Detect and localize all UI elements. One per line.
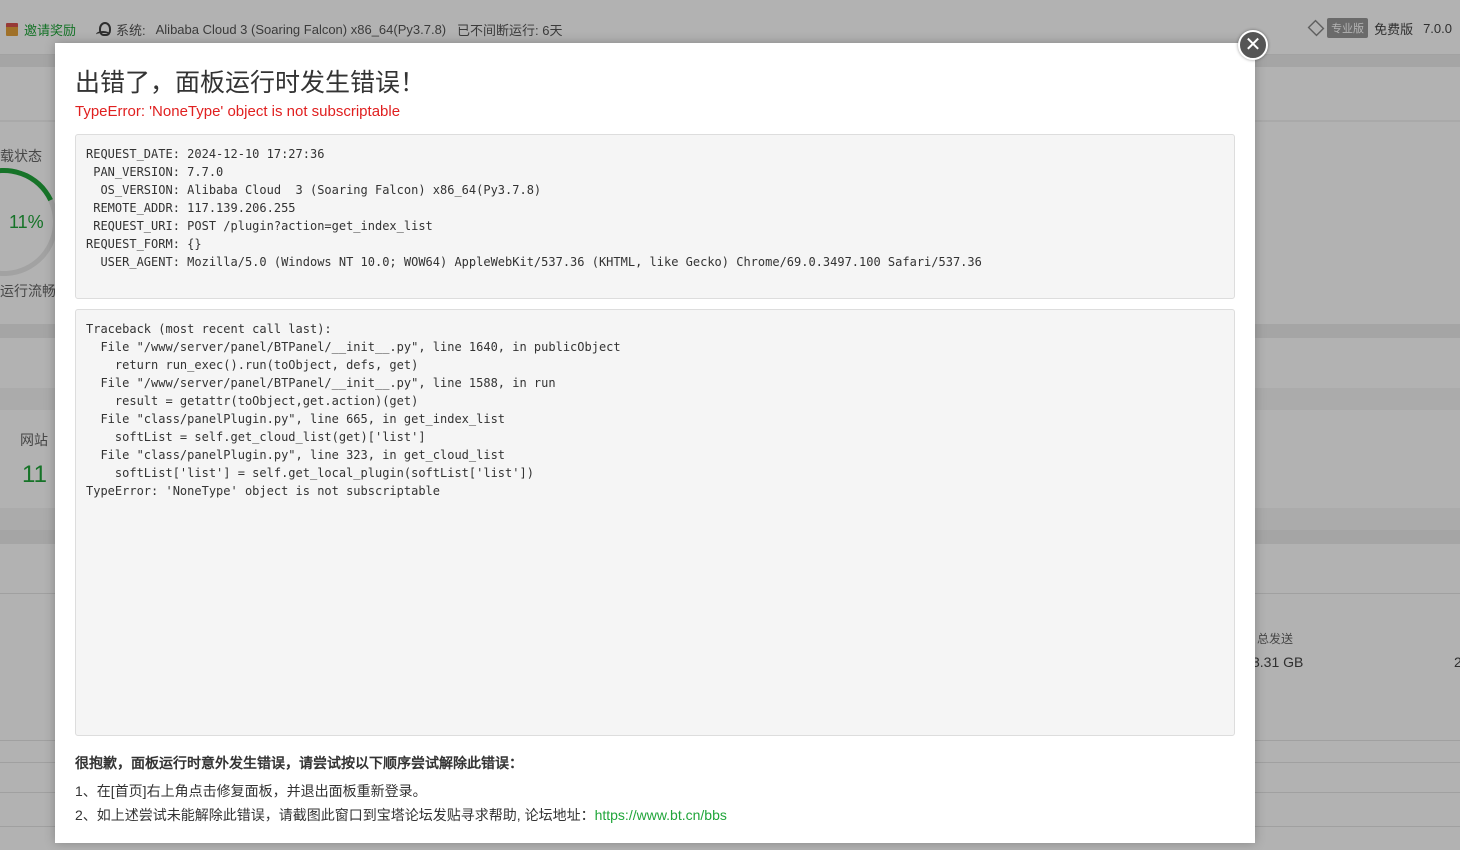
help-section: 很抱歉，面板运行时意外发生错误，请尝试按以下顺序尝试解除此错误： 1、在[首页]… [75,753,727,827]
help-title: 很抱歉，面板运行时意外发生错误，请尝试按以下顺序尝试解除此错误： [75,755,523,771]
error-message: TypeError: 'NoneType' object is not subs… [75,103,401,120]
traceback-box[interactable]: Traceback (most recent call last): File … [75,309,1235,736]
dialog-title: 出错了，面板运行时发生错误！ [75,69,426,97]
error-dialog: 出错了，面板运行时发生错误！ TypeError: 'NoneType' obj… [55,43,1255,843]
forum-link[interactable]: https://www.bt.cn/bbs [595,807,727,823]
help-step-2-text: 2、如上述尝试未能解除此错误，请截图此窗口到宝塔论坛发贴寻求帮助, 论坛地址： [75,807,595,823]
traceback-text: Traceback (most recent call last): File … [86,322,621,498]
close-icon[interactable]: ✕ [1238,30,1268,60]
request-info-box: REQUEST_DATE: 2024-12-10 17:27:36 PAN_VE… [75,134,1235,299]
request-info-text: REQUEST_DATE: 2024-12-10 17:27:36 PAN_VE… [86,147,982,269]
help-step-2: 2、如上述尝试未能解除此错误，请截图此窗口到宝塔论坛发贴寻求帮助, 论坛地址：h… [75,803,727,827]
help-step-1: 1、在[首页]右上角点击修复面板，并退出面板重新登录。 [75,783,427,799]
